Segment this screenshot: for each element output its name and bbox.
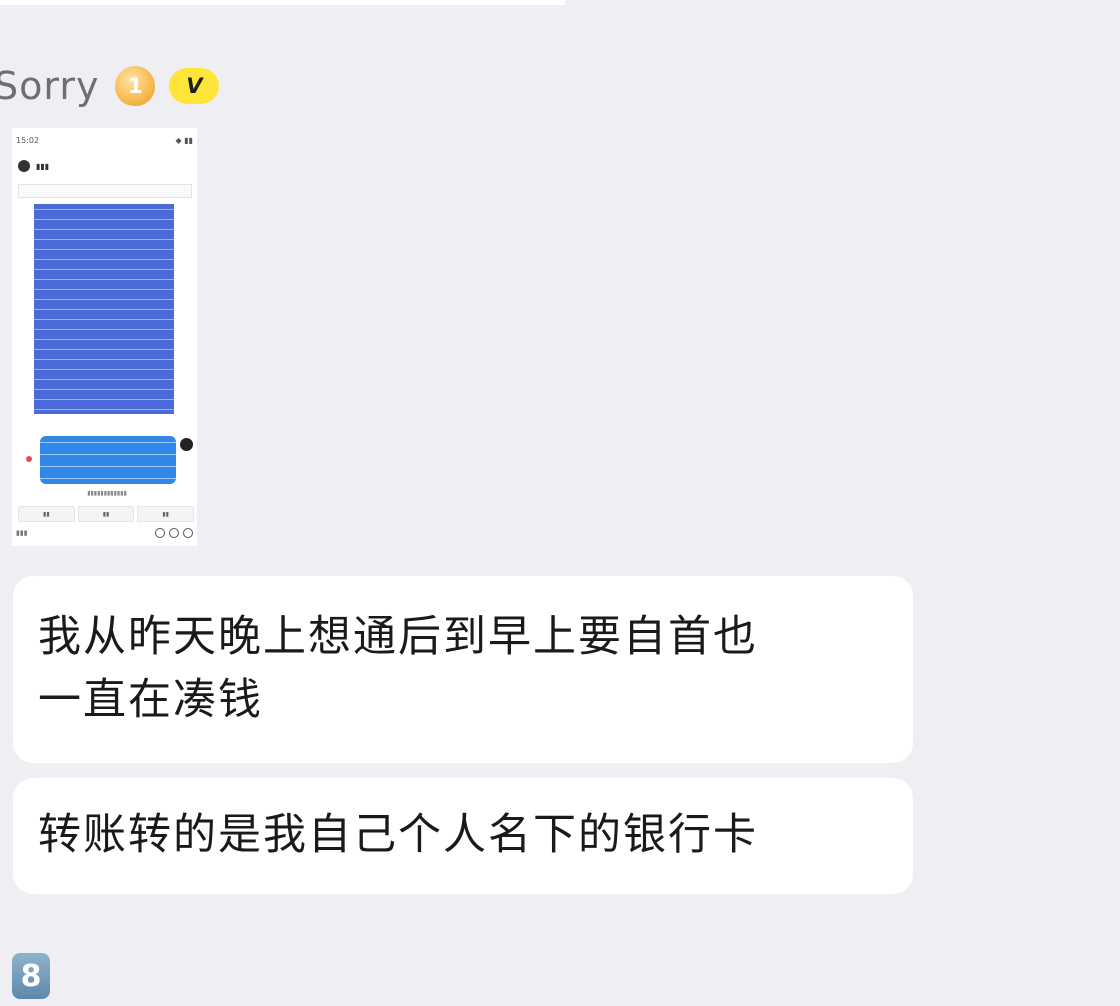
plus-icon <box>183 528 193 538</box>
message-bubble[interactable]: 我从昨天晚上想通后到早上要自首也 一直在凑钱 <box>13 576 913 763</box>
thumbnail-actions: ▮▮ ▮▮ ▮▮ <box>18 506 195 522</box>
thumbnail-chat-header: ▮▮▮ <box>18 160 49 172</box>
emoji-icon <box>155 528 165 538</box>
thumbnail-header-name: ▮▮▮ <box>36 161 50 171</box>
message-line: 转账转的是我自己个人名下的银行卡 <box>38 810 758 860</box>
thumbnail-action: ▮▮ <box>18 506 75 522</box>
thumbnail-time: 15:02 <box>16 136 40 145</box>
thumbnail-status-bar: 15:02 ◆ ▮▮ <box>16 136 193 145</box>
corner-app-icon[interactable]: 8 <box>12 953 50 999</box>
thumbnail-action: ▮▮ <box>137 506 195 522</box>
sender-name[interactable]: Sorry <box>0 64 99 108</box>
voice-icon <box>169 528 179 538</box>
shared-screenshot-image[interactable]: 15:02 ◆ ▮▮ ▮▮▮ ▮▮▮▮▮▮▮▮▮▮▮▮ ▮▮ ▮▮ ▮▮ ▮▮▮ <box>12 128 197 546</box>
thumbnail-input-bar: ▮▮▮ <box>16 528 193 538</box>
thumbnail-blue-message <box>34 204 174 414</box>
thumbnail-action: ▮▮ <box>77 506 135 522</box>
message-bubble[interactable]: 转账转的是我自己个人名下的银行卡 <box>13 778 913 894</box>
thumbnail-caption: ▮▮▮▮▮▮▮▮▮▮▮▮ <box>87 490 127 497</box>
thumbnail-status-icons: ◆ ▮▮ <box>175 136 194 145</box>
thumbnail-banner <box>18 184 192 198</box>
top-strip <box>0 0 565 5</box>
thumbnail-input-icons <box>155 528 193 538</box>
message-line: 我从昨天晚上想通后到早上要自首也 <box>38 612 758 662</box>
verified-v-icon: V <box>169 68 220 104</box>
sender-row: Sorry 1 V <box>0 58 220 114</box>
thumbnail-avatar-dark <box>180 438 193 451</box>
thumbnail-avatar <box>18 160 30 172</box>
thumbnail-input-hint: ▮▮▮ <box>16 529 28 537</box>
thumbnail-reply-message <box>40 436 176 484</box>
level-medal-icon: 1 <box>115 66 156 106</box>
message-line: 一直在凑钱 <box>38 675 263 725</box>
thumbnail-red-dot <box>26 456 32 462</box>
